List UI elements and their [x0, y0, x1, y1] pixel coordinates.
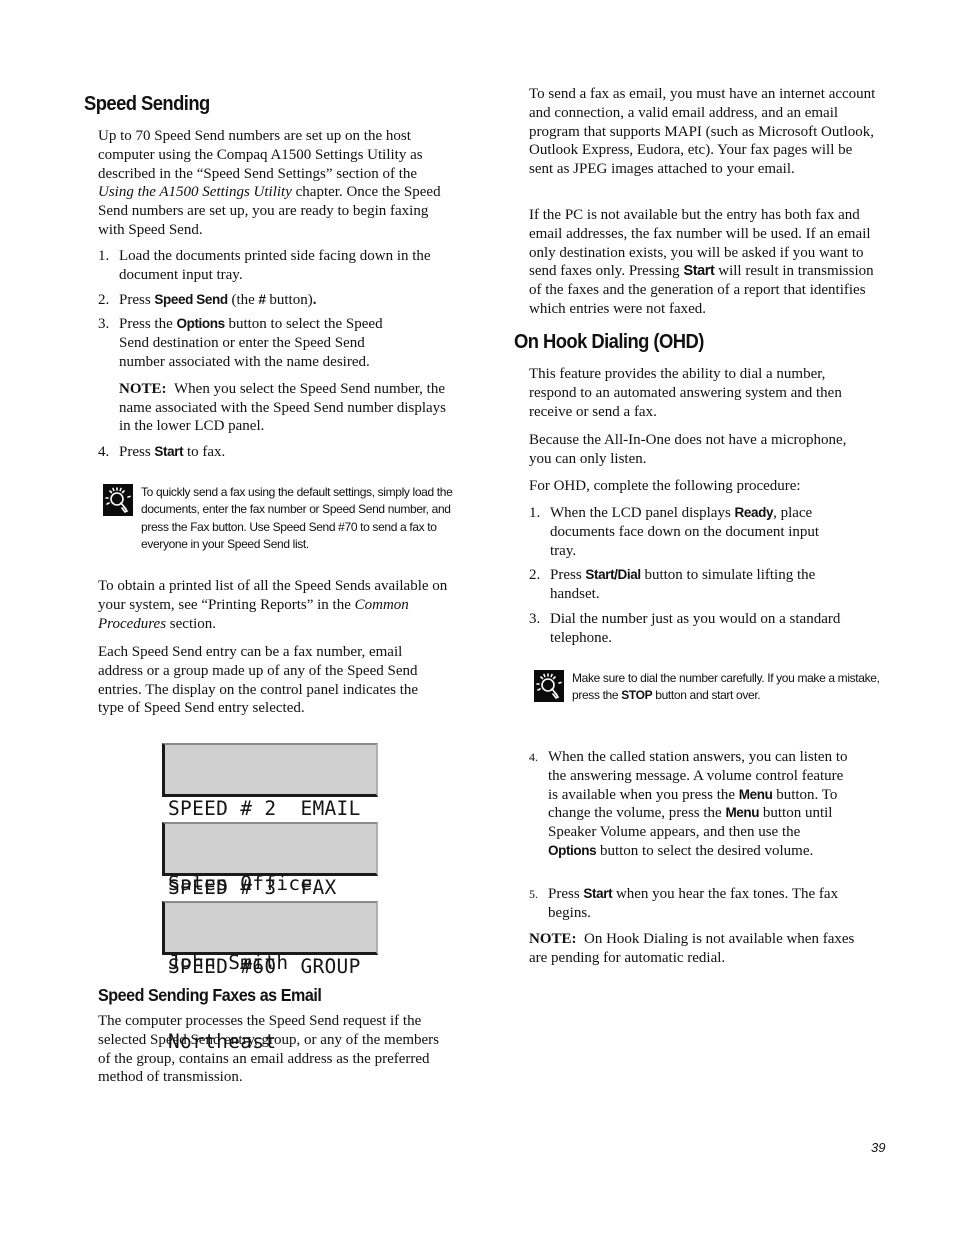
step-text: Dial the number just as you would on a s… [550, 610, 841, 646]
pc-unavailable-paragraph: If the PC is not available but the entry… [529, 206, 879, 319]
speed-send-steps: 1. Load the documents printed side facin… [98, 247, 446, 462]
step-number: 2. [98, 291, 110, 308]
step-text: . [312, 291, 317, 308]
tip-text: To quickly send a fax using the default … [141, 485, 453, 552]
ohd-step-1: 1. When the LCD panel displays Ready, pl… [529, 504, 839, 560]
keyword-menu: Menu [725, 805, 760, 821]
step-number: 1. [98, 248, 110, 264]
procedure-intro: For OHD, complete the following procedur… [529, 478, 801, 494]
step-text: (the [227, 291, 259, 308]
keyword-start-dial: Start/Dial [585, 567, 641, 583]
keyword-start: Start [583, 886, 613, 901]
step-4: 4. Press Start to fax. [98, 443, 443, 462]
lcd-line-1: SPEED # 3 FAX [168, 876, 337, 899]
step-2: 2. Press Speed Send (the # button). [98, 291, 443, 310]
section-heading-on-hook-dialing: On Hook Dialing (OHD) [514, 331, 704, 353]
step-text: Press [548, 886, 584, 902]
tip-text-part: button and start over. [652, 688, 761, 703]
lcd-display-email: SPEED # 2 EMAIL Sales Office [162, 743, 378, 895]
ohd-step-2: 2. Press Start/Dial button to simulate l… [529, 566, 840, 604]
step-number: 5. [529, 887, 538, 901]
step-text: button to select the desired volume. [596, 842, 814, 859]
lcd-line-1: SPEED # 2 EMAIL [168, 797, 361, 820]
step-text: When the LCD panel displays [550, 505, 735, 521]
step-number: 4. [529, 750, 538, 764]
ohd-steps: 1. When the LCD panel displays Ready, pl… [529, 504, 840, 648]
step-number: 2. [529, 567, 541, 584]
step-1: 1. Load the documents printed side facin… [98, 247, 443, 285]
note-label: NOTE: [529, 931, 577, 947]
step-number: 1. [529, 505, 541, 521]
printing-reports-paragraph: To obtain a printed list of all the Spee… [98, 577, 448, 633]
page-number: 39 [871, 1140, 886, 1155]
ohd-step-5: 5. Press Start when you hear the fax ton… [529, 885, 859, 923]
ohd-step-4: 4. When the called station answers, you … [529, 748, 849, 861]
microphone-paragraph: Because the All-In-One does not have a m… [529, 432, 847, 467]
step-number: 4. [98, 444, 110, 461]
step-3: 3. Press the Options button to select th… [98, 315, 399, 371]
step-number: 3. [529, 610, 541, 627]
speed-sending-intro: Up to 70 Speed Send numbers are set up o… [98, 127, 448, 240]
note-label: NOTE: [119, 380, 167, 397]
lcd-display-fax: SPEED # 3 FAX John Smith [162, 822, 378, 974]
step-text: to fax. [183, 444, 226, 461]
lcd-display-group: SPEED #60 GROUP Northeast [162, 901, 378, 1053]
keyword-start: Start [683, 263, 715, 280]
tip-dial-carefully: Make sure to dial the number carefully. … [534, 670, 904, 705]
ohd-feature-paragraph: This feature provides the ability to dia… [529, 366, 842, 420]
step-item: 4. When the called station answers, you … [529, 748, 849, 861]
keyword-start: Start [154, 444, 184, 460]
lightbulb-icon [534, 670, 564, 702]
step-text: Load the documents printed side facing d… [119, 248, 431, 283]
keyword-ready: Ready [734, 505, 774, 520]
email-requirements-paragraph: To send a fax as email, you must have an… [529, 86, 876, 178]
step-text: button) [265, 291, 313, 308]
chapter-reference: Using the A1500 Settings Utility [98, 184, 292, 201]
keyword-menu: Menu [738, 786, 773, 802]
note-text: On Hook Dialing is not available when fa… [529, 931, 855, 966]
keyword-speed-send: Speed Send [154, 291, 228, 307]
step-number: 3. [98, 316, 110, 333]
tip-text: Make sure to dial the number carefully. … [572, 670, 902, 705]
step-text: Press [550, 567, 586, 584]
intro-text: Up to 70 Speed Send numbers are set up o… [98, 128, 423, 182]
keyword-options: Options [176, 316, 226, 332]
section-heading-speed-sending: Speed Sending [84, 93, 210, 115]
step-3-note: NOTE: When you select the Speed Send num… [98, 380, 449, 436]
subheading-faxes-as-email: Speed Sending Faxes as Email [98, 985, 322, 1005]
step-item: 5. Press Start when you hear the fax ton… [529, 885, 859, 923]
keyword-options: Options [548, 842, 597, 858]
lcd-line-1: SPEED #60 GROUP [168, 955, 361, 978]
step-text: Press [119, 444, 155, 461]
note-text: When you select the Speed Send number, t… [119, 380, 447, 435]
keyword-stop: STOP [621, 688, 653, 703]
tip-quick-send: To quickly send a fax using the default … [103, 484, 473, 554]
ohd-step-3: 3. Dial the number just as you would on … [529, 610, 880, 648]
ohd-note: NOTE: On Hook Dialing is not available w… [529, 930, 874, 968]
lightbulb-icon [103, 484, 133, 516]
step-text: Press [119, 291, 155, 308]
keyword-hash: # [258, 291, 267, 307]
faxes-as-email-paragraph: The computer processes the Speed Send re… [98, 1013, 440, 1086]
step-text: Press the [119, 316, 177, 333]
paragraph-text: section. [166, 615, 217, 632]
speed-send-entry-paragraph: Each Speed Send entry can be a fax numbe… [98, 644, 419, 717]
